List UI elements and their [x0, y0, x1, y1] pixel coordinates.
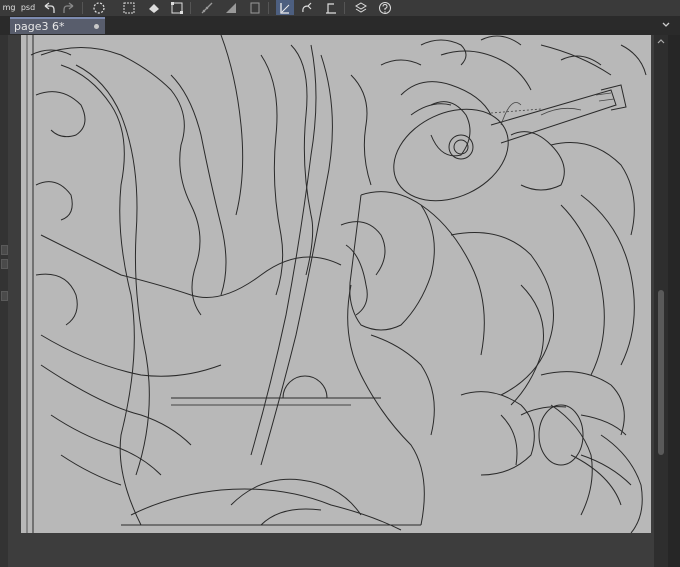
panel-handle[interactable]: [1, 291, 8, 301]
scroll-up-icon[interactable]: [657, 38, 665, 46]
chevron-down-icon[interactable]: [660, 19, 672, 31]
canvas-workspace[interactable]: [8, 35, 654, 567]
document-tab-bar: page3 6*: [0, 16, 680, 35]
line-art: [26, 35, 647, 533]
help-icon[interactable]: [376, 0, 394, 15]
drawing-canvas[interactable]: [21, 35, 651, 533]
export-psd-icon[interactable]: psd: [19, 0, 37, 15]
selection-icon[interactable]: [168, 0, 186, 15]
top-toolbar: mg psd: [0, 0, 680, 17]
panel-handle[interactable]: [1, 245, 8, 255]
vertical-scrollbar[interactable]: [654, 35, 668, 567]
redo-icon[interactable]: [60, 0, 78, 15]
panel-handle[interactable]: [1, 259, 8, 269]
loading-spinner-icon[interactable]: [90, 0, 108, 15]
right-panel-edge: [668, 35, 680, 567]
tab-page3[interactable]: page3 6*: [10, 17, 105, 34]
scrollbar-thumb[interactable]: [658, 290, 664, 455]
stack-icon[interactable]: [352, 0, 370, 15]
fill-icon[interactable]: [145, 0, 163, 15]
gradient-icon[interactable]: [222, 0, 240, 15]
align-icon[interactable]: [322, 0, 340, 15]
layer-icon[interactable]: [246, 0, 264, 15]
link-icon[interactable]: [298, 0, 316, 15]
tab-title: page3 6*: [14, 20, 65, 33]
ruler-icon[interactable]: [198, 0, 216, 15]
close-tab-icon[interactable]: [94, 24, 99, 29]
clear-icon[interactable]: [120, 0, 138, 15]
open-icon[interactable]: mg: [0, 0, 18, 15]
transform-icon[interactable]: [276, 0, 294, 15]
undo-icon[interactable]: [40, 0, 58, 15]
left-panel-strip[interactable]: [0, 35, 8, 567]
